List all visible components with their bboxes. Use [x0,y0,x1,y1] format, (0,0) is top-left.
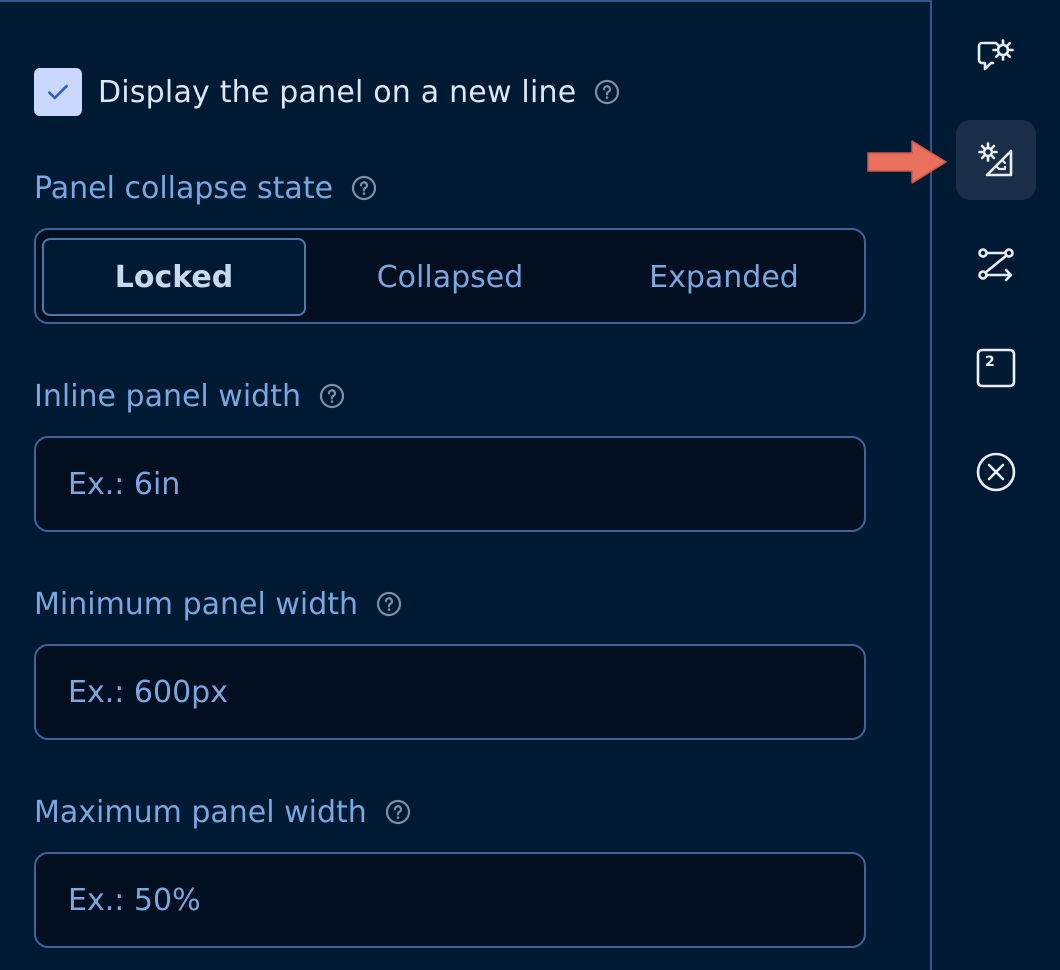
chat-settings-button[interactable] [956,16,1036,96]
new-line-label: Display the panel on a new line [98,74,577,110]
min-width-placeholder: Ex.: 600px [68,674,228,710]
segment-collapsed[interactable]: Collapsed [318,238,582,316]
new-line-checkbox[interactable] [34,68,82,116]
annotation-arrow-icon [867,140,947,184]
route-button[interactable] [956,224,1036,304]
max-width-input[interactable]: Ex.: 50% [34,852,866,948]
panel-settings-form: Display the panel on a new line Panel co… [0,0,930,970]
collapse-state-label: Panel collapse state [34,168,377,208]
segment-expanded[interactable]: Expanded [592,238,856,316]
chat-settings-icon [977,39,1014,71]
collapse-state-segmented-control: Locked Collapsed Expanded [34,228,866,324]
number-box-icon: 2 [976,348,1016,388]
settings-screen: Display the panel on a new line Panel co… [0,0,1060,970]
max-width-placeholder: Ex.: 50% [68,882,201,918]
layout-settings-icon [978,142,1013,177]
close-button[interactable] [956,432,1036,512]
route-icon [978,248,1014,282]
max-width-label-text: Maximum panel width [34,794,367,830]
number-box-text: 2 [985,354,995,370]
checkmark-icon [48,84,68,100]
inline-width-placeholder: Ex.: 6in [68,466,181,502]
new-line-option[interactable]: Display the panel on a new line [34,68,620,116]
layout-settings-button[interactable] [956,120,1036,200]
help-icon[interactable] [351,175,377,201]
help-icon[interactable] [376,591,402,617]
max-width-label: Maximum panel width [34,792,411,832]
number-box-button[interactable]: 2 [956,328,1036,408]
help-icon[interactable] [319,383,345,409]
inline-width-label: Inline panel width [34,376,345,416]
help-icon[interactable] [594,79,620,105]
min-width-input[interactable]: Ex.: 600px [34,644,866,740]
inline-width-label-text: Inline panel width [34,378,301,414]
min-width-label-text: Minimum panel width [34,586,359,622]
collapse-state-label-text: Panel collapse state [34,170,334,206]
help-icon[interactable] [385,799,411,825]
close-circle-icon [976,452,1016,492]
settings-rail: 2 [932,0,1060,970]
inline-width-input[interactable]: Ex.: 6in [34,436,866,532]
min-width-label: Minimum panel width [34,584,402,624]
segment-locked[interactable]: Locked [42,238,306,316]
